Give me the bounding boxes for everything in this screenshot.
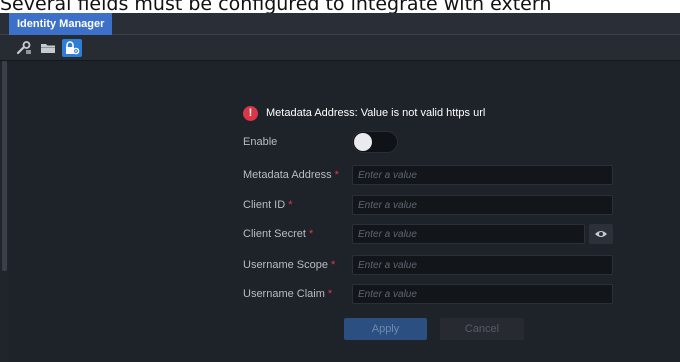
enable-toggle[interactable] xyxy=(352,131,398,153)
username-scope-label: Username Scope * xyxy=(243,259,336,271)
identity-manager-window: Identity Manager xyxy=(0,13,680,362)
error-message: Metadata Address: Value is not valid htt… xyxy=(266,107,486,119)
metadata-address-label: Metadata Address * xyxy=(243,169,339,181)
wrench-button[interactable] xyxy=(14,39,34,57)
lock-settings-button[interactable] xyxy=(62,39,82,57)
wrench-icon xyxy=(16,41,31,55)
username-claim-label: Username Claim * xyxy=(243,288,333,300)
folder-icon xyxy=(41,44,55,53)
client-secret-input[interactable] xyxy=(352,224,585,244)
scrollbar-thumb[interactable] xyxy=(2,61,7,271)
tab-identity-manager[interactable]: Identity Manager xyxy=(9,13,113,35)
cancel-button[interactable]: Cancel xyxy=(440,318,524,340)
username-scope-input[interactable] xyxy=(352,255,613,275)
toolbar xyxy=(0,35,680,61)
client-id-input[interactable] xyxy=(352,195,613,215)
metadata-address-input[interactable] xyxy=(352,165,613,185)
page-caption: Several fields must be configured to int… xyxy=(0,0,552,14)
apply-button[interactable]: Apply xyxy=(344,318,427,340)
username-claim-input[interactable] xyxy=(352,284,613,304)
client-id-label: Client ID * xyxy=(243,199,293,211)
eye-icon xyxy=(595,231,607,237)
tab-bar: Identity Manager xyxy=(0,13,680,35)
folder-button[interactable] xyxy=(38,39,58,57)
toggle-knob xyxy=(354,133,372,151)
client-secret-label: Client Secret * xyxy=(243,228,314,240)
exclamation-icon: ! xyxy=(243,105,258,121)
show-secret-button[interactable] xyxy=(589,224,613,244)
scrollbar[interactable] xyxy=(0,61,9,362)
error-banner: ! Metadata Address: Value is not valid h… xyxy=(243,104,485,122)
enable-label: Enable xyxy=(243,136,278,148)
lock-settings-icon xyxy=(66,41,80,55)
